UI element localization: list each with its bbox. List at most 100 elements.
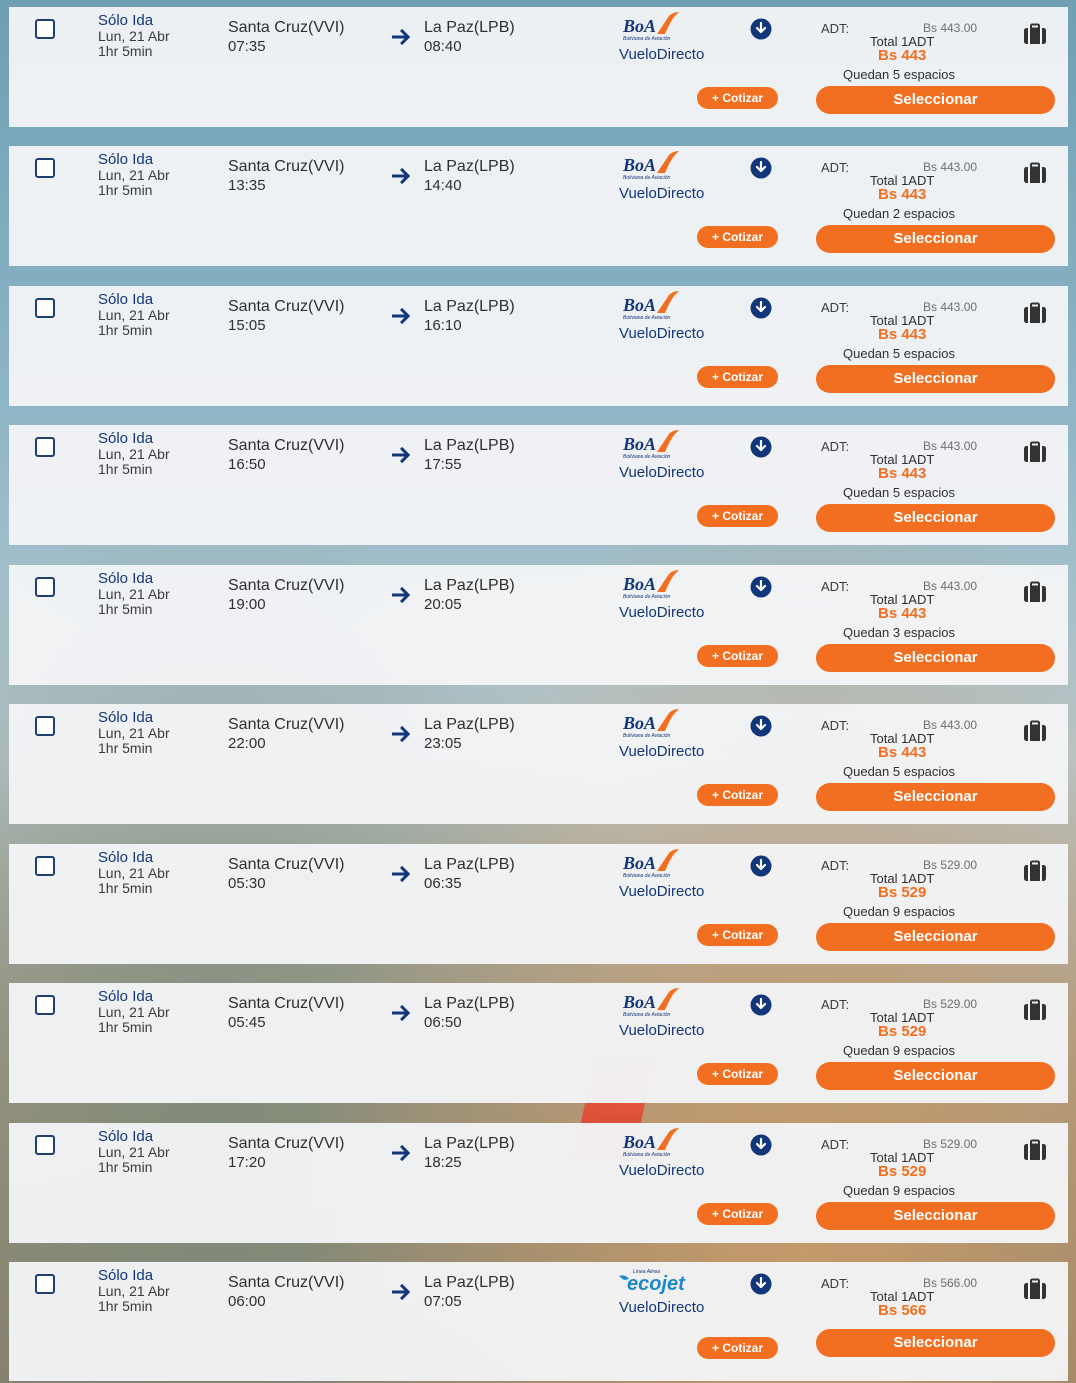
adt-label: ADT: [821,21,850,36]
arrow-down-circle-icon[interactable] [750,436,772,458]
flight-card: Sólo Ida Lun, 21 Abr 1hr 5min Santa Cruz… [9,1262,1068,1381]
arrival-time: 16:10 [424,317,462,334]
cotizar-button[interactable]: + Cotizar [697,1063,778,1085]
flight-date: Lun, 21 Abr [98,725,170,741]
arrow-down-circle-icon[interactable] [750,715,772,737]
select-flight-checkbox[interactable] [35,437,55,457]
cotizar-button[interactable]: + Cotizar [697,645,778,667]
cotizar-button[interactable]: + Cotizar [697,924,778,946]
arrow-down-circle-icon[interactable] [750,855,772,877]
select-button[interactable]: Seleccionar [816,1202,1055,1230]
select-button[interactable]: Seleccionar [816,86,1055,114]
select-button[interactable]: Seleccionar [816,365,1055,393]
adt-label: ADT: [821,997,850,1012]
select-flight-checkbox[interactable] [35,577,55,597]
flight-date: Lun, 21 Abr [98,307,170,323]
destination-airport: La Paz(LPB) [424,437,515,454]
cotizar-button[interactable]: + Cotizar [697,1203,778,1225]
arrow-down-circle-icon[interactable] [750,994,772,1016]
trip-type-label: Sólo Ida [98,709,154,726]
arrow-right-icon [392,1283,411,1301]
origin-airport: Santa Cruz(VVI) [228,19,345,36]
adt-label: ADT: [821,718,850,733]
departure-time: 22:00 [228,735,266,752]
arrow-down-circle-icon[interactable] [750,297,772,319]
flight-date: Lun, 21 Abr [98,1144,170,1160]
select-button[interactable]: Seleccionar [816,644,1055,672]
departure-time: 05:30 [228,875,266,892]
unit-price: Bs 566.00 [923,1276,978,1290]
select-flight-checkbox[interactable] [35,298,55,318]
select-flight-checkbox[interactable] [35,158,55,178]
select-flight-checkbox[interactable] [35,856,55,876]
cotizar-button[interactable]: + Cotizar [697,87,778,109]
cotizar-button[interactable]: + Cotizar [697,366,778,388]
flight-date: Lun, 21 Abr [98,1004,170,1020]
seats-remaining: Quedan 5 espacios [843,346,956,361]
departure-time: 07:35 [228,38,266,55]
adt-label: ADT: [821,439,850,454]
destination-airport: La Paz(LPB) [424,716,515,733]
arrival-time: 18:25 [424,1154,462,1171]
departure-time: 16:50 [228,456,266,473]
select-flight-checkbox[interactable] [35,995,55,1015]
logo-subtitle: Boliviana de Aviación [623,733,670,739]
flight-duration: 1hr 5min [98,601,153,617]
arrow-down-circle-icon[interactable] [750,157,772,179]
luggage-icon [1024,1139,1046,1160]
arrow-down-circle-icon[interactable] [750,1134,772,1156]
adt-label: ADT: [821,579,850,594]
trip-type-label: Sólo Ida [98,988,154,1005]
total-price: Bs 443 [878,186,927,203]
departure-time: 06:00 [228,1293,266,1310]
total-price: Bs 443 [878,465,927,482]
total-price: Bs 443 [878,47,927,64]
unit-price: Bs 443.00 [923,439,978,453]
flight-card: Sólo Ida Lun, 21 Abr 1hr 5min Santa Cruz… [9,146,1068,266]
cotizar-button[interactable]: + Cotizar [697,784,778,806]
total-price: Bs 529 [878,1023,927,1040]
arrow-down-circle-icon[interactable] [750,576,772,598]
luggage-icon [1024,441,1046,462]
select-flight-checkbox[interactable] [35,716,55,736]
arrow-right-icon [392,1144,411,1162]
flight-duration: 1hr 5min [98,880,153,896]
destination-airport: La Paz(LPB) [424,577,515,594]
flight-type-label: VueloDirecto [619,883,705,900]
flight-type-label: VueloDirecto [619,325,705,342]
flight-duration: 1hr 5min [98,1298,153,1314]
flight-date: Lun, 21 Abr [98,1283,170,1299]
arrow-right-icon [392,1004,411,1022]
origin-airport: Santa Cruz(VVI) [228,995,345,1012]
arrow-right-icon [392,28,411,46]
adt-label: ADT: [821,1137,850,1152]
luggage-icon [1024,162,1046,183]
flight-date: Lun, 21 Abr [98,586,170,602]
select-flight-checkbox[interactable] [35,1135,55,1155]
select-button[interactable]: Seleccionar [816,504,1055,532]
origin-airport: Santa Cruz(VVI) [228,298,345,315]
arrow-down-circle-icon[interactable] [750,18,772,40]
select-button[interactable]: Seleccionar [816,783,1055,811]
select-button[interactable]: Seleccionar [816,1329,1055,1357]
cotizar-button[interactable]: + Cotizar [697,226,778,248]
arrow-down-circle-icon[interactable] [750,1273,772,1295]
flight-type-label: VueloDirecto [619,464,705,481]
cotizar-button[interactable]: + Cotizar [697,505,778,527]
departure-time: 15:05 [228,317,266,334]
logo-name: BoA [622,1132,656,1152]
select-button[interactable]: Seleccionar [816,1062,1055,1090]
select-flight-checkbox[interactable] [35,1274,55,1294]
destination-airport: La Paz(LPB) [424,1135,515,1152]
logo-name: BoA [622,155,656,175]
select-button[interactable]: Seleccionar [816,225,1055,253]
origin-airport: Santa Cruz(VVI) [228,577,345,594]
origin-airport: Santa Cruz(VVI) [228,437,345,454]
select-flight-checkbox[interactable] [35,19,55,39]
origin-airport: Santa Cruz(VVI) [228,158,345,175]
destination-airport: La Paz(LPB) [424,1274,515,1291]
unit-price: Bs 529.00 [923,858,978,872]
cotizar-button[interactable]: + Cotizar [697,1337,778,1359]
total-price: Bs 529 [878,884,927,901]
select-button[interactable]: Seleccionar [816,923,1055,951]
